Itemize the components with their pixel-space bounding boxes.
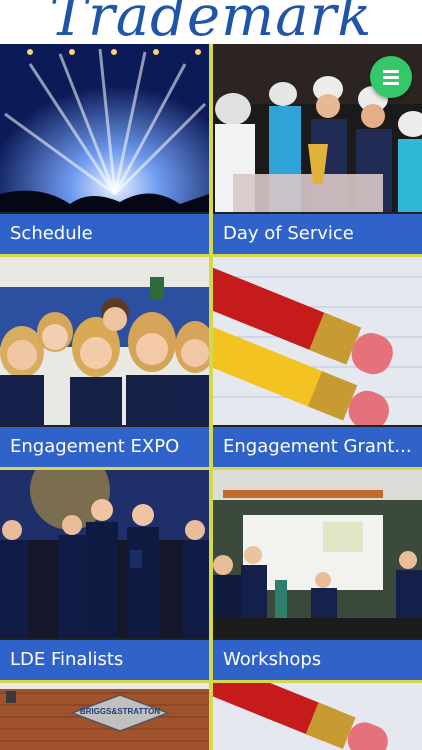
hamburger-menu-icon[interactable]	[370, 56, 412, 98]
tile-engagement-grant[interactable]: Engagement Grant...	[213, 257, 422, 467]
briggs-building-photo: BRIGGS&STRATTON	[0, 683, 209, 750]
tile-lde-finalists[interactable]: LDE Finalists	[0, 470, 209, 680]
tile-schedule[interactable]: Schedule	[0, 44, 209, 254]
tile-pencils-partial[interactable]	[213, 683, 422, 750]
finalists-stage-photo	[0, 470, 209, 638]
pencils-image	[213, 683, 422, 750]
tile-label: Schedule	[0, 214, 209, 254]
app-header: Trademark	[0, 0, 422, 44]
briggs-sign-text: BRIGGS&STRATTON	[79, 707, 161, 716]
tile-grid: Schedule Day of Service Engagement EXPO …	[0, 44, 422, 750]
pencils-image	[213, 257, 422, 425]
tile-label: LDE Finalists	[0, 640, 209, 680]
tile-briggs[interactable]: BRIGGS&STRATTON	[0, 683, 209, 750]
workshop-classroom-photo	[213, 470, 422, 638]
tile-label: Engagement Grant...	[213, 427, 422, 467]
logo-text: Trademark	[49, 0, 373, 44]
tile-label: Workshops	[213, 640, 422, 680]
tile-engagement-expo[interactable]: Engagement EXPO	[0, 257, 209, 467]
tile-workshops[interactable]: Workshops	[213, 470, 422, 680]
tile-label: Day of Service	[213, 214, 422, 254]
concert-lights-image	[0, 44, 209, 212]
students-group-photo	[0, 257, 209, 425]
tile-label: Engagement EXPO	[0, 427, 209, 467]
